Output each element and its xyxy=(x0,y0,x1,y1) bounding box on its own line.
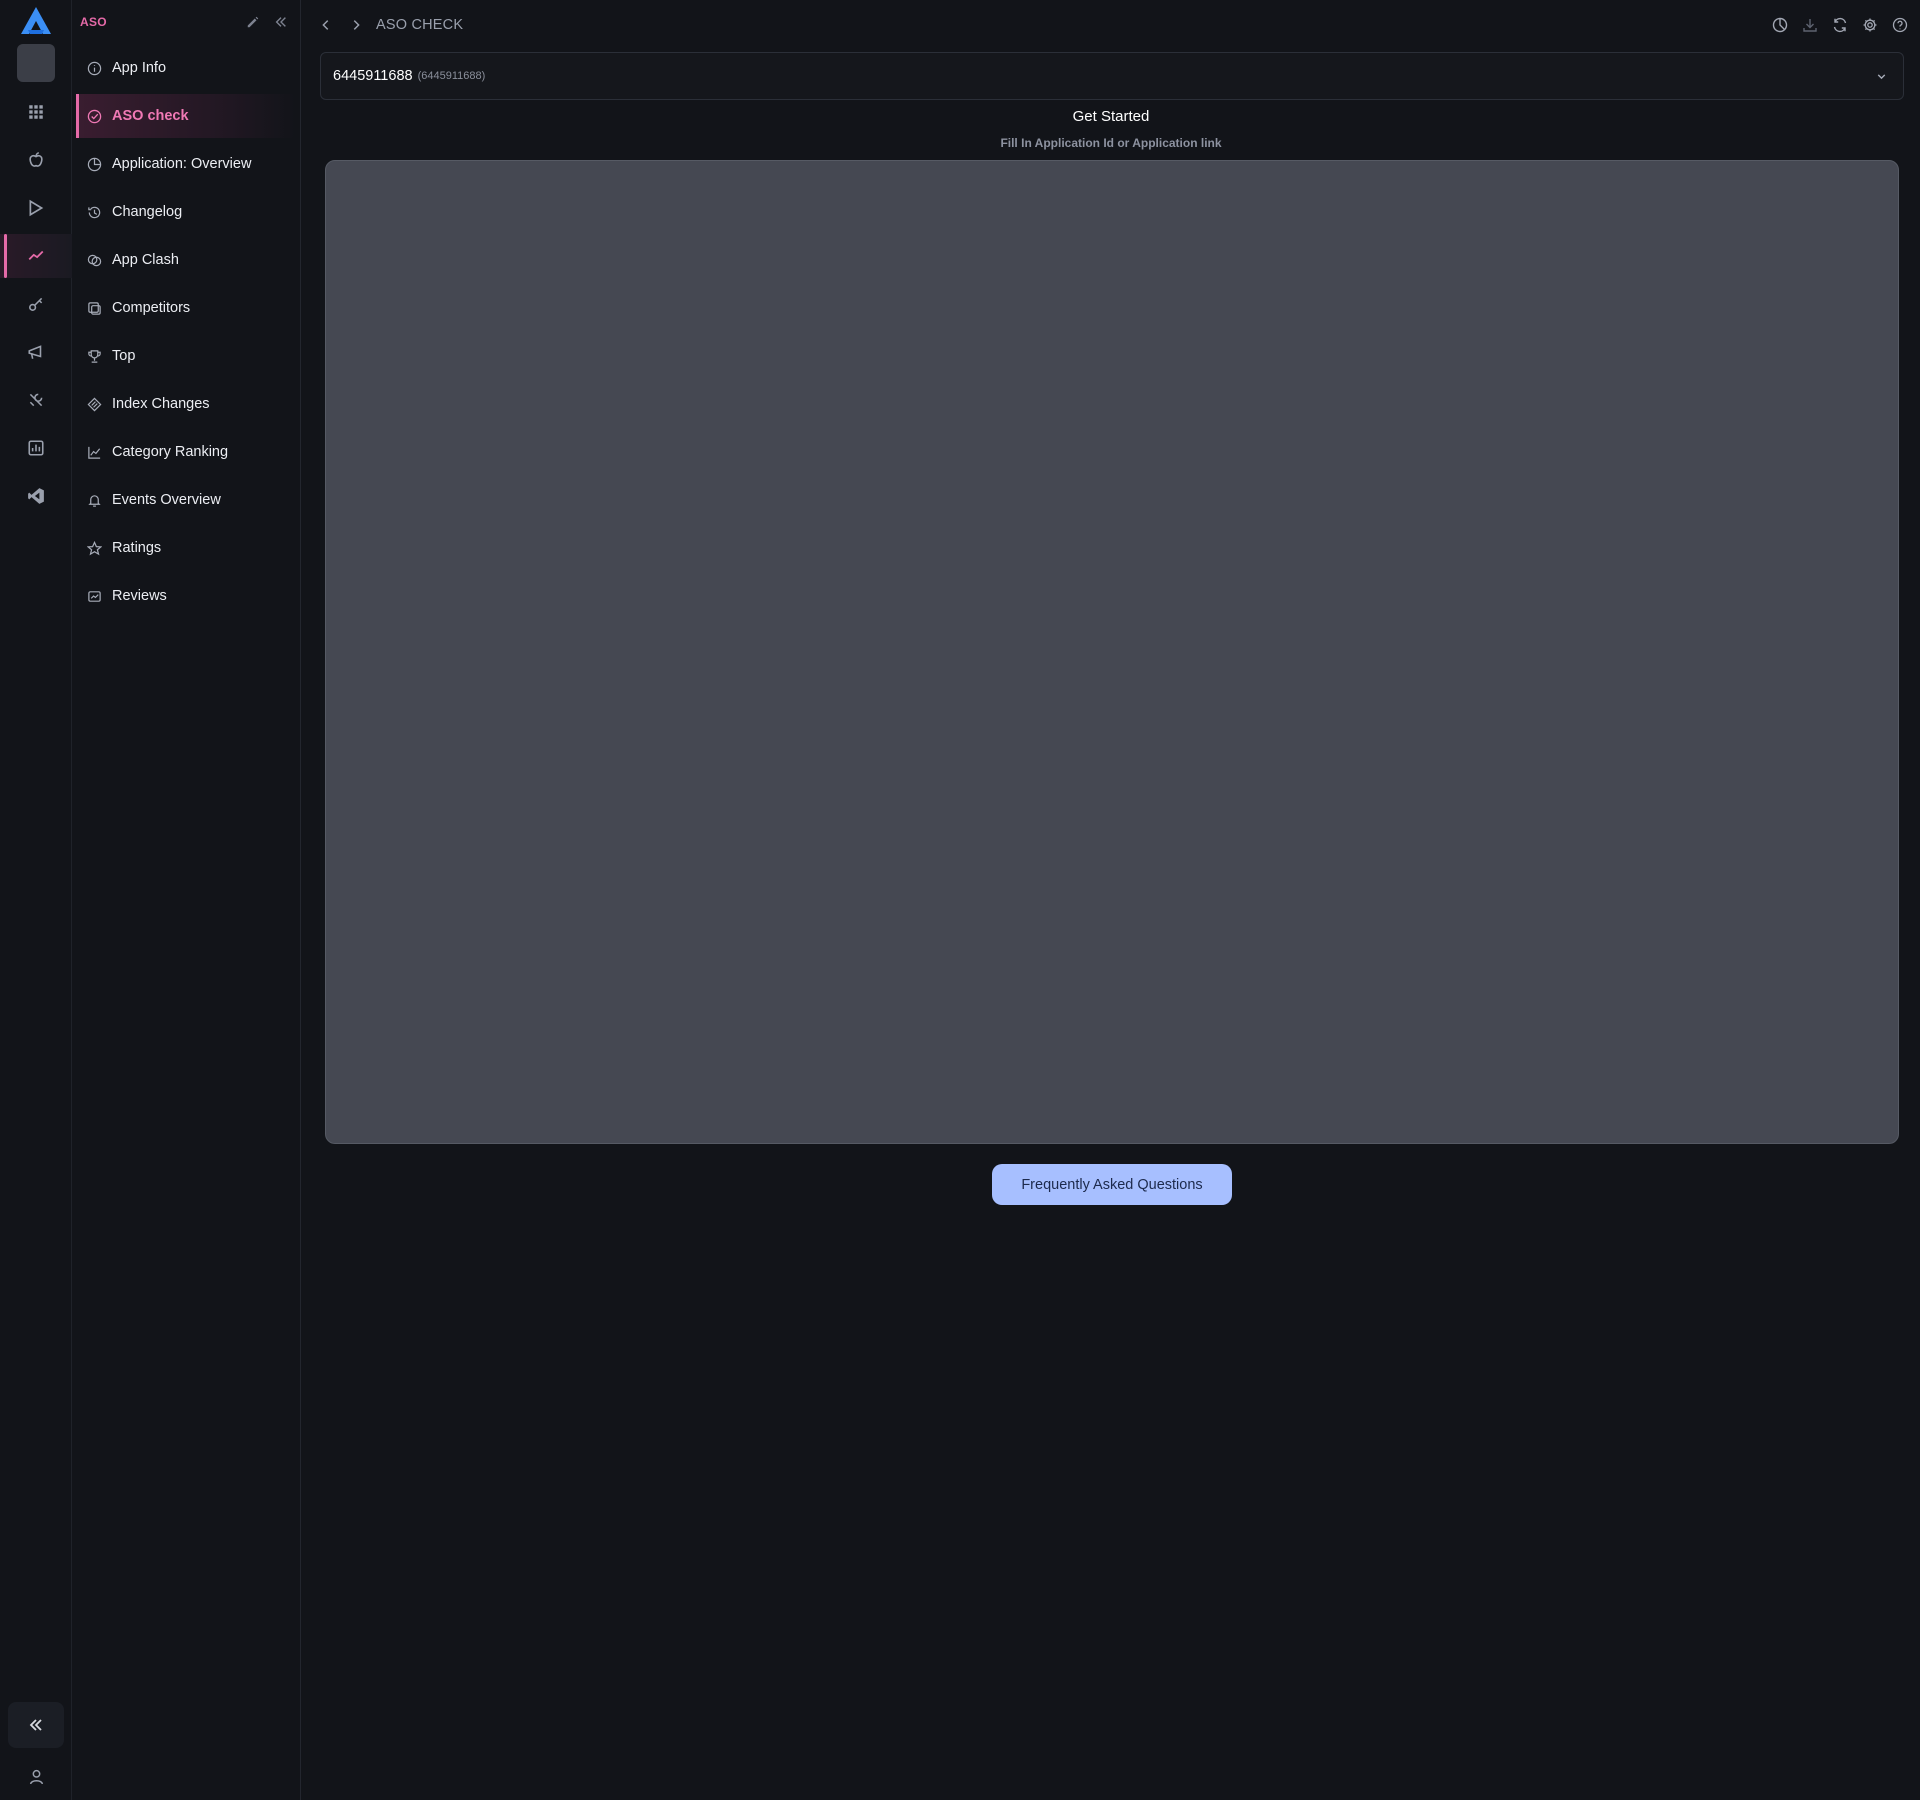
menu-item-application-overview[interactable]: Application: Overview xyxy=(76,142,296,186)
menu-item-label: Top xyxy=(112,348,136,364)
menu-item-label: Category Ranking xyxy=(112,444,229,460)
menu-item-label: Index Changes xyxy=(112,396,210,412)
menu-item-index-changes[interactable]: Index Changes xyxy=(76,382,296,426)
apps-grid-icon[interactable] xyxy=(0,90,72,134)
pie-chart-icon xyxy=(86,156,102,172)
competitors-icon xyxy=(86,300,102,316)
history-icon xyxy=(86,204,102,220)
menu-title: ASO xyxy=(80,15,107,29)
star-icon xyxy=(86,540,102,556)
menu-item-label: Ratings xyxy=(112,540,162,556)
menu-item-label: App Clash xyxy=(112,252,179,268)
menu-item-label: Competitors xyxy=(112,300,191,316)
settings-gear-icon[interactable] xyxy=(1858,13,1882,37)
refresh-icon[interactable] xyxy=(1828,13,1852,37)
apple-icon[interactable] xyxy=(0,138,72,182)
menu-item-competitors[interactable]: Competitors xyxy=(76,286,296,330)
google-play-icon[interactable] xyxy=(0,186,72,230)
collapse-rail-button[interactable] xyxy=(8,1702,64,1748)
info-icon xyxy=(86,60,102,76)
brand-logo-icon[interactable] xyxy=(19,6,53,36)
vscode-icon[interactable] xyxy=(0,474,72,518)
top-actions xyxy=(1768,13,1912,37)
line-chart-icon xyxy=(86,444,102,460)
top-bar: ASO CHECK xyxy=(302,0,1920,50)
menu-item-label: Application: Overview xyxy=(112,156,252,172)
history-clock-icon[interactable] xyxy=(1768,13,1792,37)
menu-item-aso-check[interactable]: ASO check xyxy=(76,94,296,138)
clash-icon xyxy=(86,252,102,268)
forward-chevron-icon[interactable] xyxy=(342,11,370,39)
app-id-select[interactable]: 6445911688 (6445911688) xyxy=(320,52,1904,100)
breadcrumb: ASO CHECK xyxy=(376,17,464,33)
main-content: ASO CHECK 6445911688 (6445911688) Get St… xyxy=(302,0,1920,1800)
menu-item-ratings[interactable]: Ratings xyxy=(76,526,296,570)
menu-item-app-clash[interactable]: App Clash xyxy=(76,238,296,282)
menu-item-app-info[interactable]: App Info xyxy=(76,46,296,90)
menu-item-changelog[interactable]: Changelog xyxy=(76,190,296,234)
back-chevron-icon[interactable] xyxy=(312,11,340,39)
reviews-icon xyxy=(86,588,102,604)
menu-item-label: Events Overview xyxy=(112,492,221,508)
trophy-icon xyxy=(86,348,102,364)
help-icon[interactable] xyxy=(1888,13,1912,37)
menu-header: ASO xyxy=(80,10,292,34)
bell-icon xyxy=(86,492,102,508)
app-id-sub: (6445911688) xyxy=(417,70,486,82)
edit-pencil-icon[interactable] xyxy=(242,11,264,33)
index-icon xyxy=(86,396,102,412)
menu-item-events-overview[interactable]: Events Overview xyxy=(76,478,296,522)
user-profile-icon[interactable] xyxy=(0,1756,72,1796)
menu-item-category-ranking[interactable]: Category Ranking xyxy=(76,430,296,474)
aso-trend-icon[interactable] xyxy=(0,234,72,278)
faq-button[interactable]: Frequently Asked Questions xyxy=(992,1164,1232,1205)
collapse-menu-icon[interactable] xyxy=(270,11,292,33)
chevron-down-icon[interactable] xyxy=(1871,66,1891,86)
megaphone-icon[interactable] xyxy=(0,330,72,374)
page-title: Get Started xyxy=(1072,108,1150,125)
menu-item-label: App Info xyxy=(112,60,167,76)
menu-item-label: ASO check xyxy=(112,108,189,124)
results-placeholder xyxy=(325,160,1899,1144)
input-hint: Fill In Application Id or Application li… xyxy=(1000,136,1222,150)
menu-item-reviews[interactable]: Reviews xyxy=(76,574,296,618)
icon-rail xyxy=(0,0,72,1800)
key-icon[interactable] xyxy=(0,282,72,326)
section-menu: ASO App Info ASO check Application: Over… xyxy=(72,0,301,1800)
download-icon[interactable] xyxy=(1798,13,1822,37)
menu-item-top[interactable]: Top xyxy=(76,334,296,378)
app-id-value: 6445911688 xyxy=(333,68,413,84)
check-circle-icon xyxy=(86,108,102,124)
menu-item-label: Reviews xyxy=(112,588,167,604)
workspace-avatar[interactable] xyxy=(17,44,55,82)
menu-item-label: Changelog xyxy=(112,204,183,220)
tools-icon[interactable] xyxy=(0,378,72,422)
report-icon[interactable] xyxy=(0,426,72,470)
